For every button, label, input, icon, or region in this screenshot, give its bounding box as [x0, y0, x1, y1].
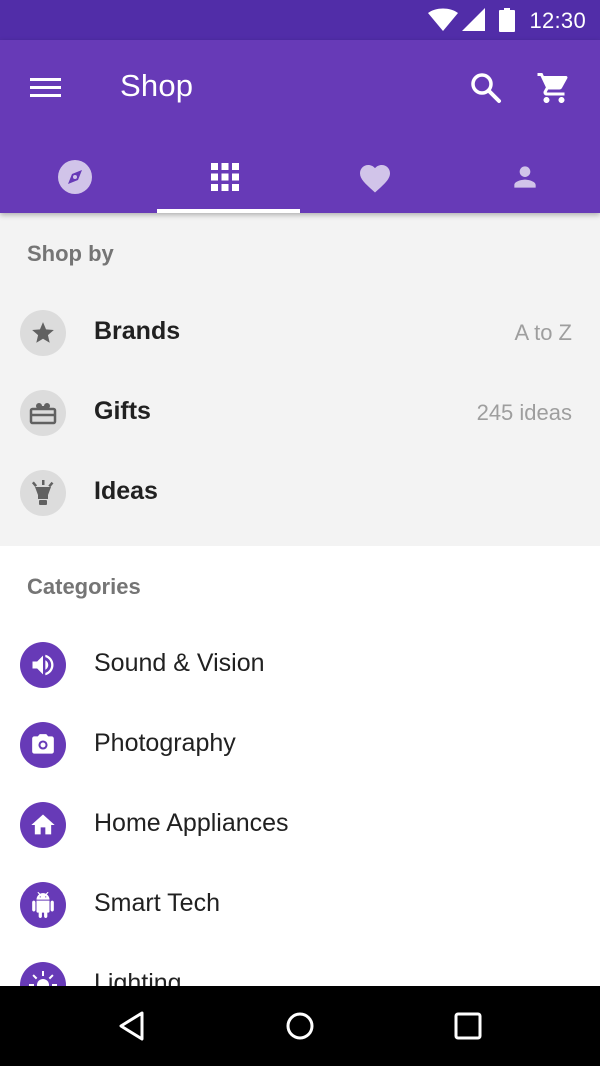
- lightbulb-icon: [20, 470, 66, 516]
- tab-profile[interactable]: [450, 140, 600, 213]
- list-item-label: Smart Tech: [94, 889, 220, 917]
- list-item-lighting[interactable]: Lighting: [0, 945, 600, 986]
- wifi-icon: [428, 8, 458, 31]
- categories-section: Categories Sound & Vision Photography Ho…: [0, 546, 600, 986]
- list-item-gifts[interactable]: Gifts 245 ideas: [0, 373, 600, 453]
- star-icon: [20, 310, 66, 356]
- person-icon: [514, 165, 536, 188]
- list-item-secondary: A to Z: [514, 320, 572, 345]
- shop-by-section: Shop by Brands A to Z Gifts 245 ideas Id…: [0, 213, 600, 546]
- list-item-label: Brands: [94, 317, 181, 345]
- app-bar: Shop: [0, 40, 600, 213]
- list-item-ideas[interactable]: Ideas: [0, 453, 600, 533]
- grid-icon: [211, 162, 239, 191]
- compass-icon: [58, 159, 92, 194]
- list-item-label: Home Appliances: [94, 809, 289, 837]
- categories-header: Categories: [27, 574, 141, 599]
- list-item-smart-tech[interactable]: Smart Tech: [0, 865, 600, 945]
- speaker-icon: [20, 642, 66, 688]
- heart-icon: [360, 164, 390, 193]
- list-item-label: Lighting: [94, 969, 182, 986]
- cart-icon: [537, 73, 568, 103]
- menu-icon: [30, 78, 61, 97]
- camera-icon: [20, 722, 66, 768]
- list-item-photography[interactable]: Photography: [0, 705, 600, 785]
- search-button[interactable]: [462, 64, 510, 112]
- back-button[interactable]: [108, 1002, 156, 1050]
- system-nav-bar: [0, 986, 600, 1066]
- gift-icon: [20, 390, 66, 436]
- sun-icon: [20, 962, 66, 986]
- list-item-label: Ideas: [94, 477, 158, 505]
- tab-bar: [0, 140, 600, 213]
- search-icon: [471, 73, 501, 103]
- list-item-label: Gifts: [94, 397, 151, 425]
- tab-categories[interactable]: [150, 140, 300, 213]
- list-item-label: Photography: [94, 729, 236, 757]
- battery-icon: [499, 8, 515, 32]
- home-button[interactable]: [276, 1002, 324, 1050]
- shop-by-header: Shop by: [27, 241, 114, 266]
- list-item-sound-vision[interactable]: Sound & Vision: [0, 625, 600, 705]
- list-item-label: Sound & Vision: [94, 649, 265, 677]
- status-bar: 12:30: [0, 0, 600, 40]
- tab-favorites[interactable]: [300, 140, 450, 213]
- recents-button[interactable]: [444, 1002, 492, 1050]
- android-icon: [20, 882, 66, 928]
- back-triangle-icon: [119, 1011, 144, 1041]
- recents-square-icon: [454, 1012, 482, 1040]
- list-item-home-appliances[interactable]: Home Appliances: [0, 785, 600, 865]
- home-icon: [20, 802, 66, 848]
- list-item-secondary: 245 ideas: [476, 400, 572, 425]
- cart-button[interactable]: [530, 64, 578, 112]
- menu-button[interactable]: [18, 66, 74, 110]
- status-time: 12:30: [529, 8, 586, 33]
- list-item-brands[interactable]: Brands A to Z: [0, 293, 600, 373]
- signal-icon: [462, 8, 485, 31]
- home-circle-icon: [286, 1012, 314, 1040]
- tab-explore[interactable]: [0, 140, 150, 213]
- page-title: Shop: [120, 68, 194, 103]
